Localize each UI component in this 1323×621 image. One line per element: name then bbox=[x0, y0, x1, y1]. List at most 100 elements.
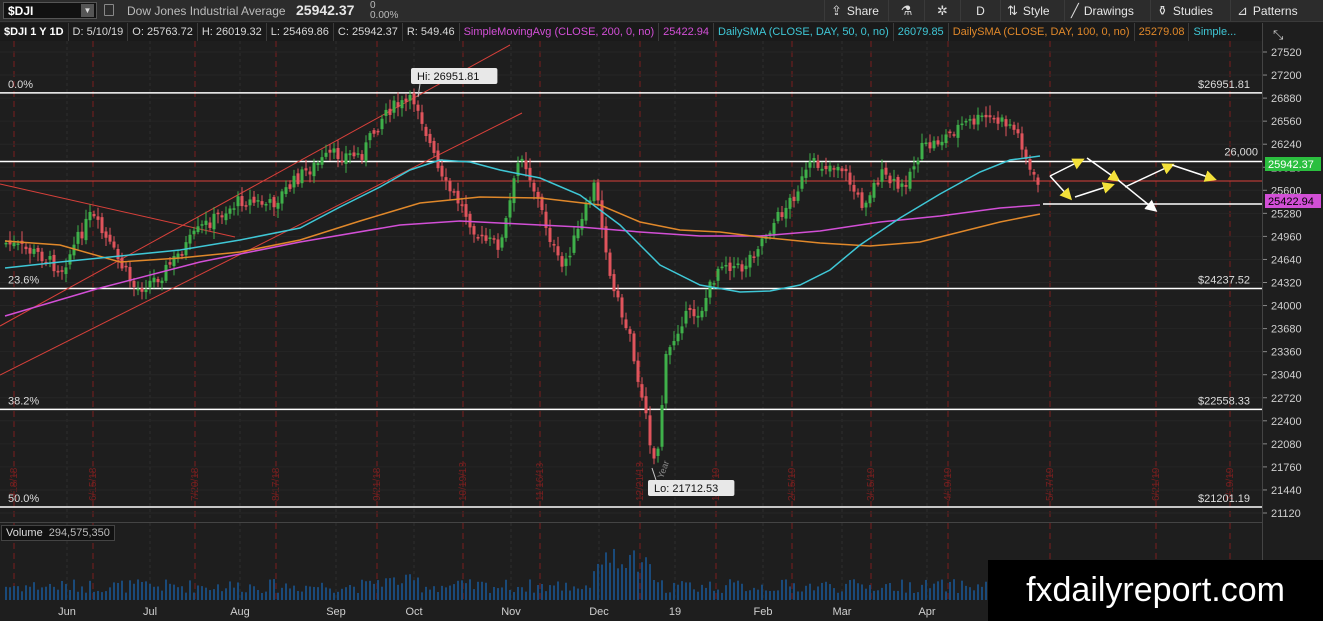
event-date-label: 7/20/18 bbox=[190, 467, 201, 501]
volume-bar bbox=[389, 578, 391, 601]
candle-body bbox=[84, 218, 88, 241]
settings-button[interactable]: ✲ bbox=[924, 0, 960, 22]
volume-bar bbox=[325, 587, 327, 601]
volume-bar bbox=[641, 562, 643, 601]
volume-bar bbox=[61, 580, 63, 601]
candle-body bbox=[548, 227, 552, 242]
volume-bar bbox=[321, 582, 323, 601]
candle-body bbox=[524, 160, 528, 170]
volume-bar bbox=[961, 580, 963, 601]
symbol-text: $DJI bbox=[8, 3, 34, 18]
candle-body bbox=[868, 195, 872, 204]
candle-body bbox=[140, 288, 144, 292]
study-more-label[interactable]: Simple... bbox=[1189, 23, 1240, 41]
y-tick-label: 23680 bbox=[1271, 324, 1302, 336]
candle-body bbox=[88, 211, 92, 221]
volume-bar bbox=[617, 568, 619, 601]
price-change: 0 0.00% bbox=[370, 1, 398, 21]
candle-body bbox=[880, 169, 884, 182]
price-plot[interactable]: 5/18/18 6/15/18 7/20/18 8/17/18 9/21/18 10/19… bbox=[0, 41, 1262, 521]
volume-bar bbox=[177, 587, 179, 601]
candle-body bbox=[212, 213, 216, 230]
candle-body bbox=[672, 341, 676, 346]
event-date-label: 2/15/19 bbox=[787, 467, 798, 501]
volume-bar bbox=[637, 571, 639, 601]
candle-body bbox=[104, 231, 108, 238]
share-button[interactable]: ⇪ Share bbox=[824, 0, 888, 22]
info-date: D: 5/10/19 bbox=[69, 23, 129, 41]
volume-bar bbox=[853, 579, 855, 601]
candle-body bbox=[364, 142, 368, 162]
channel-upper-line bbox=[0, 44, 511, 327]
candle-body bbox=[136, 288, 140, 291]
level-26000-label: 26,000 bbox=[1224, 146, 1258, 158]
candle-body bbox=[800, 176, 804, 189]
volume-bar bbox=[205, 587, 207, 601]
info-open: O: 25763.72 bbox=[128, 23, 198, 41]
interval-button[interactable]: D bbox=[960, 0, 1000, 22]
drawings-button[interactable]: ╱ Drawings bbox=[1064, 0, 1150, 22]
volume-bar bbox=[433, 586, 435, 601]
candle-body bbox=[752, 256, 756, 258]
volume-bar bbox=[805, 585, 807, 601]
chart-info-bar: $DJI 1 Y 1D D: 5/10/19 O: 25763.72 H: 26… bbox=[0, 23, 1262, 41]
candle-body bbox=[432, 140, 436, 153]
symbol-input[interactable]: $DJI ▼ bbox=[3, 2, 97, 19]
candle-body bbox=[736, 263, 740, 266]
study-sma100-label[interactable]: DailySMA (CLOSE, DAY, 100, 0, no) bbox=[949, 23, 1135, 41]
volume-bar bbox=[977, 584, 979, 601]
candle-body bbox=[608, 252, 612, 276]
candle-body bbox=[924, 142, 928, 145]
candle-body bbox=[912, 166, 916, 170]
candle-body bbox=[220, 215, 224, 218]
volume-bar bbox=[909, 582, 911, 601]
price-axis[interactable]: 2752027200268802656026240259202560025280… bbox=[1262, 23, 1323, 600]
patterns-button[interactable]: ⊿ Patterns bbox=[1230, 0, 1323, 22]
volume-bar bbox=[401, 583, 403, 601]
volume-bar bbox=[685, 582, 687, 601]
volume-bar bbox=[149, 583, 151, 601]
candle-body bbox=[360, 154, 364, 160]
candle-body bbox=[56, 270, 60, 273]
candle-body bbox=[320, 157, 324, 165]
volume-bar bbox=[81, 586, 83, 601]
volume-bar bbox=[541, 584, 543, 601]
y-tick-label: 27520 bbox=[1271, 47, 1302, 59]
share-label: Share bbox=[846, 4, 879, 18]
candle-body bbox=[116, 248, 120, 260]
volume-bar bbox=[585, 585, 587, 601]
candle-body bbox=[300, 169, 304, 184]
volume-bar bbox=[17, 586, 19, 601]
volume-bar bbox=[653, 580, 655, 601]
candle-body bbox=[228, 208, 232, 214]
volume-bar bbox=[237, 582, 239, 601]
study-sma50-label[interactable]: DailySMA (CLOSE, DAY, 50, 0, no) bbox=[714, 23, 894, 41]
symbol-info-icon[interactable] bbox=[104, 4, 114, 16]
candle-body bbox=[884, 167, 888, 175]
candle-body bbox=[244, 205, 248, 207]
candle-body bbox=[1012, 124, 1016, 130]
event-date-label: 6/21/19 bbox=[1151, 467, 1162, 501]
volume-bar bbox=[109, 587, 111, 601]
symbol-dropdown-icon[interactable]: ▼ bbox=[81, 4, 94, 17]
candle-body bbox=[468, 213, 472, 228]
event-date-label: 4/19/19 bbox=[943, 467, 954, 501]
candle-body bbox=[568, 255, 572, 258]
candle-body bbox=[928, 142, 932, 149]
candle-body bbox=[480, 234, 484, 237]
event-date-label: 11/16/18 bbox=[535, 462, 546, 501]
flask-button[interactable]: ⚗ bbox=[888, 0, 924, 22]
patterns-icon: ⊿ bbox=[1237, 3, 1248, 18]
volume-bar bbox=[869, 584, 871, 601]
volume-bar bbox=[13, 586, 15, 601]
style-label: Style bbox=[1022, 4, 1050, 18]
study-sma200-label[interactable]: SimpleMovingAvg (CLOSE, 200, 0, no) bbox=[460, 23, 660, 41]
candle-body bbox=[888, 175, 892, 184]
style-button[interactable]: ⇅ Style bbox=[1000, 0, 1064, 22]
volume-bar bbox=[689, 582, 691, 601]
volume-bar bbox=[313, 586, 315, 601]
candle-body bbox=[908, 171, 912, 189]
candle-body bbox=[636, 360, 640, 382]
studies-button[interactable]: ⚱ Studies bbox=[1150, 0, 1230, 22]
candle-body bbox=[200, 224, 204, 226]
